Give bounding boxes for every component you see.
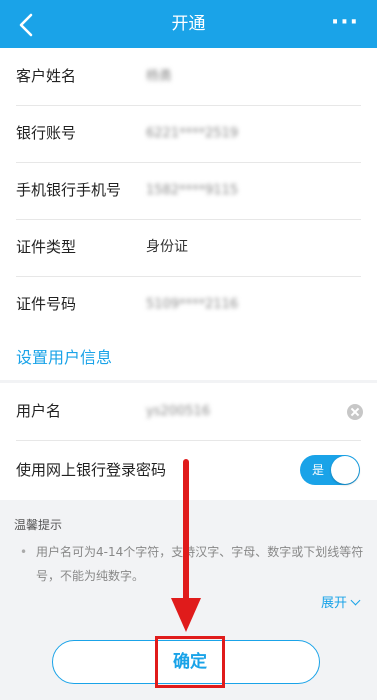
info-value: 身份证 [146, 239, 188, 255]
username-label: 用户名 [16, 402, 62, 420]
expand-label: 展开 [320, 596, 347, 611]
section-title: 设置用户信息 [16, 348, 113, 367]
info-row-id-number: 证件号码 5109****2116 [0, 276, 377, 333]
use-password-label: 使用网上银行登录密码 [16, 461, 167, 479]
info-row-phone: 手机银行手机号 1582****9115 [0, 162, 377, 219]
info-value: 5109****2116 [146, 297, 239, 312]
use-password-row: 使用网上银行登录密码 是 [0, 440, 377, 500]
section-header: 设置用户信息 [0, 333, 377, 383]
info-label: 银行账号 [16, 124, 77, 142]
info-value: 1582****9115 [146, 183, 239, 198]
bullet-icon: • [20, 545, 28, 559]
top-nav-bar: 开通 ··· [0, 0, 377, 48]
tips-section: 温馨提示 • 用户名可为4-14个字符，支持汉字、字母、数字或下划线等符号，不能… [0, 500, 377, 620]
toggle-text: 是 [312, 463, 325, 477]
info-value: 6221****2519 [146, 126, 239, 141]
username-row[interactable]: 用户名 ys200516 [0, 383, 377, 440]
info-label: 客户姓名 [16, 67, 77, 85]
info-label: 证件类型 [16, 238, 77, 256]
info-row-account: 银行账号 6221****2519 [0, 105, 377, 162]
info-row-name: 客户姓名 杨勇 [0, 48, 377, 105]
user-info-card: 用户名 ys200516 使用网上银行登录密码 是 [0, 383, 377, 500]
info-value: 杨勇 [146, 69, 173, 84]
chevron-down-icon [350, 595, 361, 606]
account-info-card: 客户姓名 杨勇 银行账号 6221****2519 手机银行手机号 1582**… [0, 48, 377, 333]
toggle-knob [331, 456, 359, 484]
clear-icon[interactable] [347, 404, 363, 420]
more-options-icon[interactable]: ··· [331, 0, 359, 48]
tips-text: 用户名可为4-14个字符，支持汉字、字母、数字或下划线等符号，不能为纯数字。 [36, 545, 364, 583]
use-password-toggle[interactable]: 是 [300, 455, 360, 485]
tips-body: • 用户名可为4-14个字符，支持汉字、字母、数字或下划线等符号，不能为纯数字。 [20, 540, 364, 588]
username-input[interactable]: ys200516 [146, 383, 210, 440]
expand-link[interactable]: 展开 [320, 592, 361, 611]
info-row-id-type: 证件类型 身份证 [0, 219, 377, 276]
confirm-button-label[interactable]: 确定 [155, 636, 225, 688]
page-title: 开通 [171, 14, 206, 34]
info-label: 手机银行手机号 [16, 181, 122, 199]
tips-title: 温馨提示 [14, 518, 63, 532]
info-label: 证件号码 [16, 295, 77, 313]
